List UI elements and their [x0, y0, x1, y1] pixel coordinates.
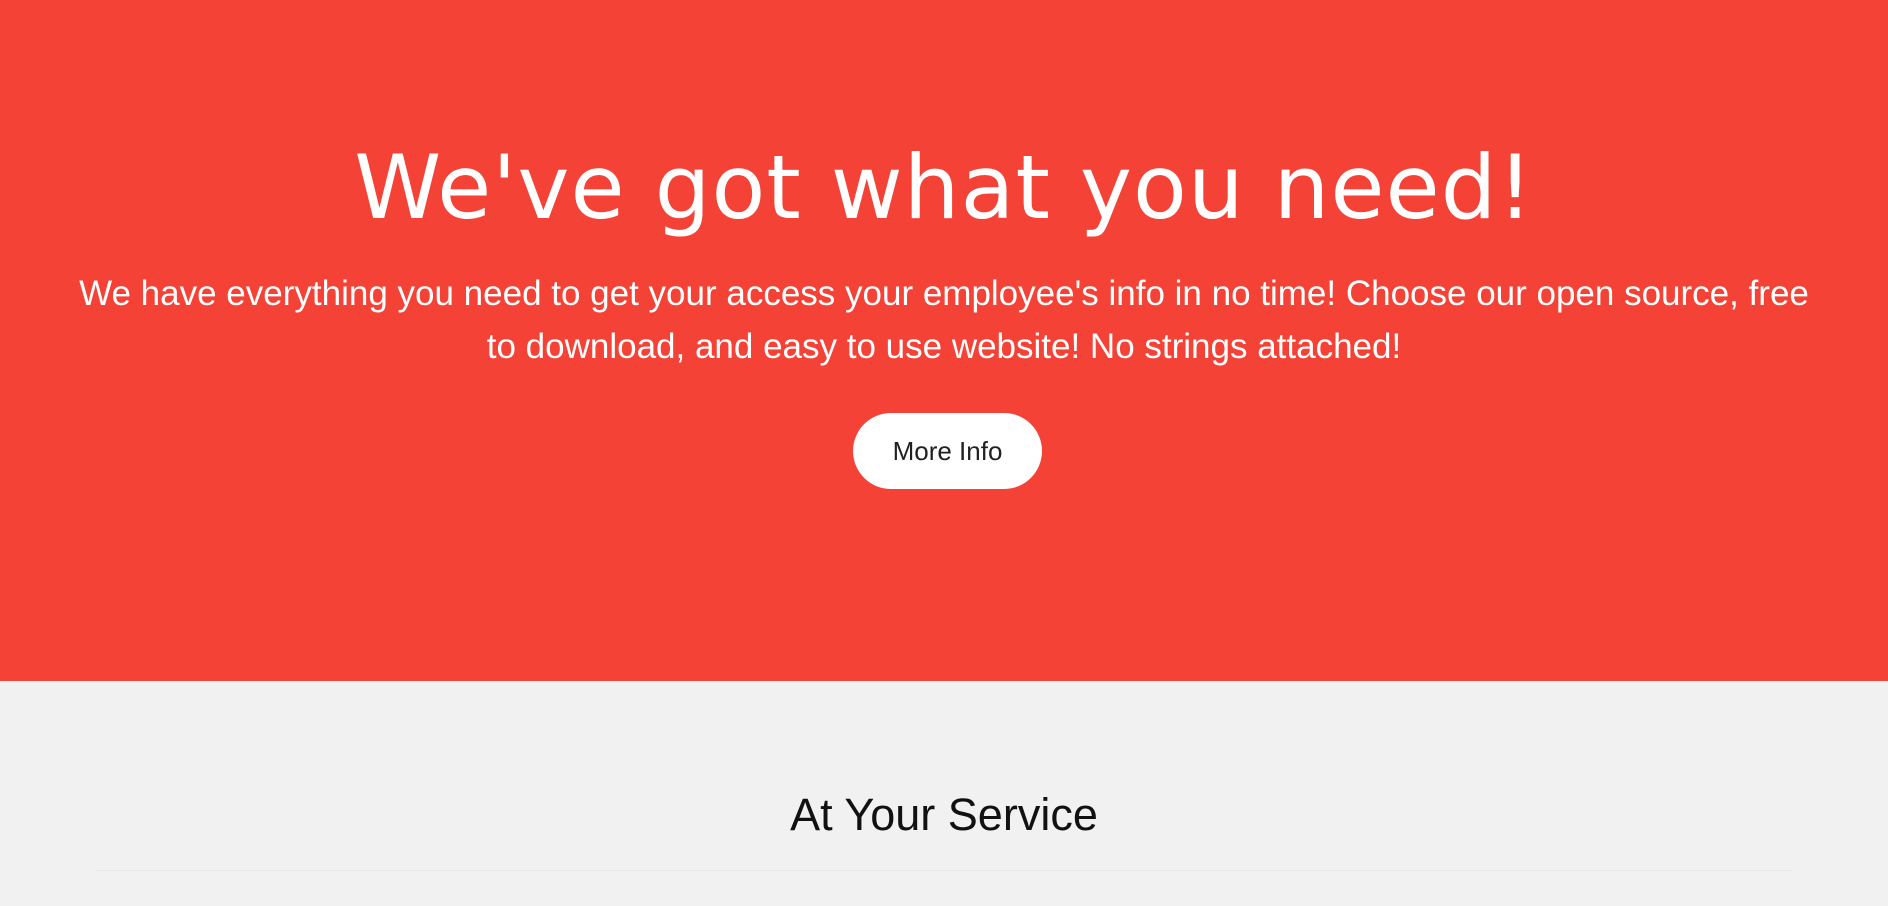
more-info-button[interactable]: More Info [853, 413, 1042, 489]
services-section: At Your Service [0, 681, 1888, 906]
section-divider [96, 870, 1792, 871]
hero-description: We have everything you need to get your … [79, 274, 1809, 366]
hero-title: We've got what you need! [354, 136, 1534, 239]
section-title: At Your Service [790, 789, 1098, 840]
hero-section: We've got what you need! We have everyth… [0, 0, 1888, 681]
